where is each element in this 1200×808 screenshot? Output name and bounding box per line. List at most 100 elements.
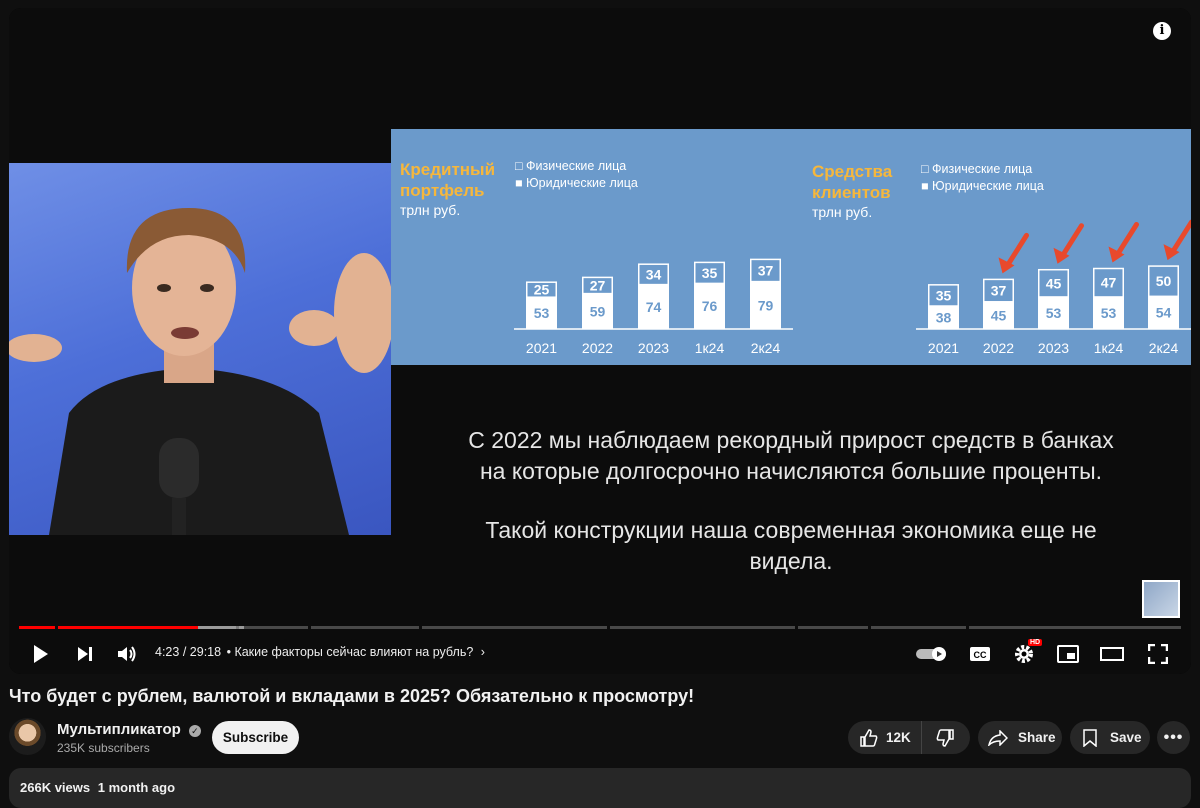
slide-charts-panel: Кредитный портфель трлн руб. □ Физически… <box>391 129 1191 365</box>
info-icon[interactable]: i <box>1153 22 1171 40</box>
svg-text:CC: CC <box>974 650 987 660</box>
slide-caption-panel: С 2022 мы наблюдаем рекордный прирост ср… <box>391 365 1191 605</box>
x-tick-label: 2021 <box>928 340 959 356</box>
upload-date: 1 month ago <box>97 780 176 795</box>
chapter-title[interactable]: Какие факторы сейчас влияют на рубль? <box>234 645 473 659</box>
autoplay-toggle-icon <box>916 647 946 661</box>
dislike-button[interactable] <box>922 721 968 754</box>
play-icon <box>34 645 48 663</box>
save-icon <box>1083 728 1097 747</box>
annotation-arrow <box>1108 222 1139 263</box>
legend-legal: Юридические лица <box>526 176 638 190</box>
right-chart-title: Средства клиентов <box>812 162 893 202</box>
left-chart-unit: трлн руб. <box>400 202 461 218</box>
save-button[interactable]: Save <box>1070 721 1150 754</box>
left-chart-title: Кредитный портфель <box>400 160 496 200</box>
theater-icon <box>1100 647 1124 661</box>
data-label-individuals: 50 <box>1156 273 1172 289</box>
chapter-segment[interactable] <box>239 626 308 629</box>
thumbs-up-icon <box>860 728 878 747</box>
data-label-legal: 54 <box>1156 305 1172 321</box>
right-bar-chart: 38 35 2021 45 37 2022 53 45 2023 53 47 1к24 54 50 2к24 <box>916 219 1191 356</box>
autoplay-toggle[interactable] <box>915 640 949 668</box>
data-label-individuals: 35 <box>936 287 952 303</box>
share-icon <box>988 729 1008 746</box>
video-player[interactable]: Кредитный портфель трлн руб. □ Физически… <box>9 8 1191 674</box>
progress-bar[interactable] <box>19 626 1181 629</box>
data-label-individuals: 37 <box>758 263 774 279</box>
left-bar-chart: 53 25 2021 59 27 2022 74 34 2023 76 35 1к24 79 37 2к24 <box>514 258 793 356</box>
channel-avatar[interactable] <box>9 718 46 755</box>
like-count: 12K <box>886 730 911 745</box>
settings-button[interactable]: HD <box>1011 639 1043 668</box>
x-tick-label: 2021 <box>526 340 557 356</box>
x-tick-label: 1к24 <box>1094 340 1124 356</box>
thumbs-down-icon <box>936 728 954 747</box>
more-actions-button[interactable]: ••• <box>1157 721 1190 754</box>
next-button[interactable] <box>73 640 97 668</box>
volume-icon <box>118 646 136 662</box>
settings-icon <box>1015 645 1033 663</box>
verified-icon: ✓ <box>188 725 201 737</box>
endcard-channel-thumbnail[interactable] <box>1142 580 1180 618</box>
legend-individuals: Физические лица <box>526 159 627 173</box>
data-label-legal: 53 <box>534 305 550 321</box>
video-meta: 266K views 1 month ago <box>20 780 175 795</box>
annotation-arrow <box>1053 223 1084 264</box>
chapter-segment[interactable] <box>969 626 1181 629</box>
chapter-segment[interactable] <box>798 626 868 629</box>
progress-played <box>19 626 55 629</box>
fullscreen-icon <box>1148 644 1168 664</box>
subscriber-count: 235K subscribers <box>57 741 150 755</box>
player-controls: 4:23 / 29:18 • Какие факторы сейчас влия… <box>9 634 1191 674</box>
more-horizontal-icon: ••• <box>1163 728 1184 746</box>
time-display: 4:23 / 29:18 • Какие факторы сейчас влия… <box>155 645 485 659</box>
right-chart-unit: трлн руб. <box>812 204 873 220</box>
data-label-legal: 45 <box>991 307 1007 323</box>
time-current: 4:23 <box>155 645 180 659</box>
captions-icon: CC <box>970 647 990 661</box>
time-total: 29:18 <box>189 645 222 659</box>
chapter-segment[interactable] <box>311 626 419 629</box>
x-tick-label: 2к24 <box>751 340 781 356</box>
like-dislike-group: 12K <box>848 721 970 754</box>
data-label-legal: 79 <box>758 297 774 313</box>
chapter-segment[interactable] <box>610 626 795 629</box>
chapter-segment[interactable] <box>422 626 607 629</box>
annotation-arrow <box>998 232 1029 274</box>
miniplayer-button[interactable] <box>1055 640 1081 668</box>
play-button[interactable] <box>29 640 53 668</box>
x-tick-label: 1к24 <box>695 340 725 356</box>
x-tick-label: 2к24 <box>1149 340 1179 356</box>
volume-button[interactable] <box>115 640 139 668</box>
chapter-segment[interactable] <box>871 626 966 629</box>
chevron-right-icon[interactable]: › <box>481 645 485 659</box>
theater-mode-button[interactable] <box>1099 640 1125 668</box>
data-label-individuals: 34 <box>646 266 662 282</box>
data-label-legal: 74 <box>646 299 662 315</box>
hd-badge: HD <box>1028 639 1043 646</box>
video-frame[interactable]: Кредитный портфель трлн руб. □ Физически… <box>9 8 1191 674</box>
data-label-legal: 53 <box>1101 305 1117 321</box>
video-title: Что будет с рублем, валютой и вкладами в… <box>9 686 695 706</box>
presenter-image <box>9 208 391 535</box>
data-label-legal: 59 <box>590 303 606 319</box>
description-box[interactable]: 266K views 1 month ago <box>9 768 1191 808</box>
x-tick-label: 2023 <box>1038 340 1069 356</box>
slide-caption-paragraph-1: С 2022 мы наблюдаем рекордный прирост ср… <box>468 427 1114 484</box>
next-icon <box>78 647 92 661</box>
data-label-legal: 38 <box>936 310 952 326</box>
data-label-individuals: 37 <box>991 283 1007 299</box>
slide-caption-paragraph-2: Такой конструкции наша современная эконо… <box>485 517 1097 574</box>
like-button[interactable]: 12K <box>848 721 922 754</box>
view-count: 266K views <box>20 780 91 795</box>
fullscreen-button[interactable] <box>1145 640 1171 668</box>
x-tick-label: 2023 <box>638 340 669 356</box>
captions-button[interactable]: CC <box>967 640 993 668</box>
x-tick-label: 2022 <box>983 340 1014 356</box>
channel-name[interactable]: Мультипликатор ✓ <box>57 721 201 738</box>
data-label-individuals: 27 <box>590 278 606 294</box>
share-button[interactable]: Share <box>978 721 1062 754</box>
progress-played <box>58 626 198 629</box>
subscribe-button[interactable]: Subscribe <box>212 721 299 754</box>
